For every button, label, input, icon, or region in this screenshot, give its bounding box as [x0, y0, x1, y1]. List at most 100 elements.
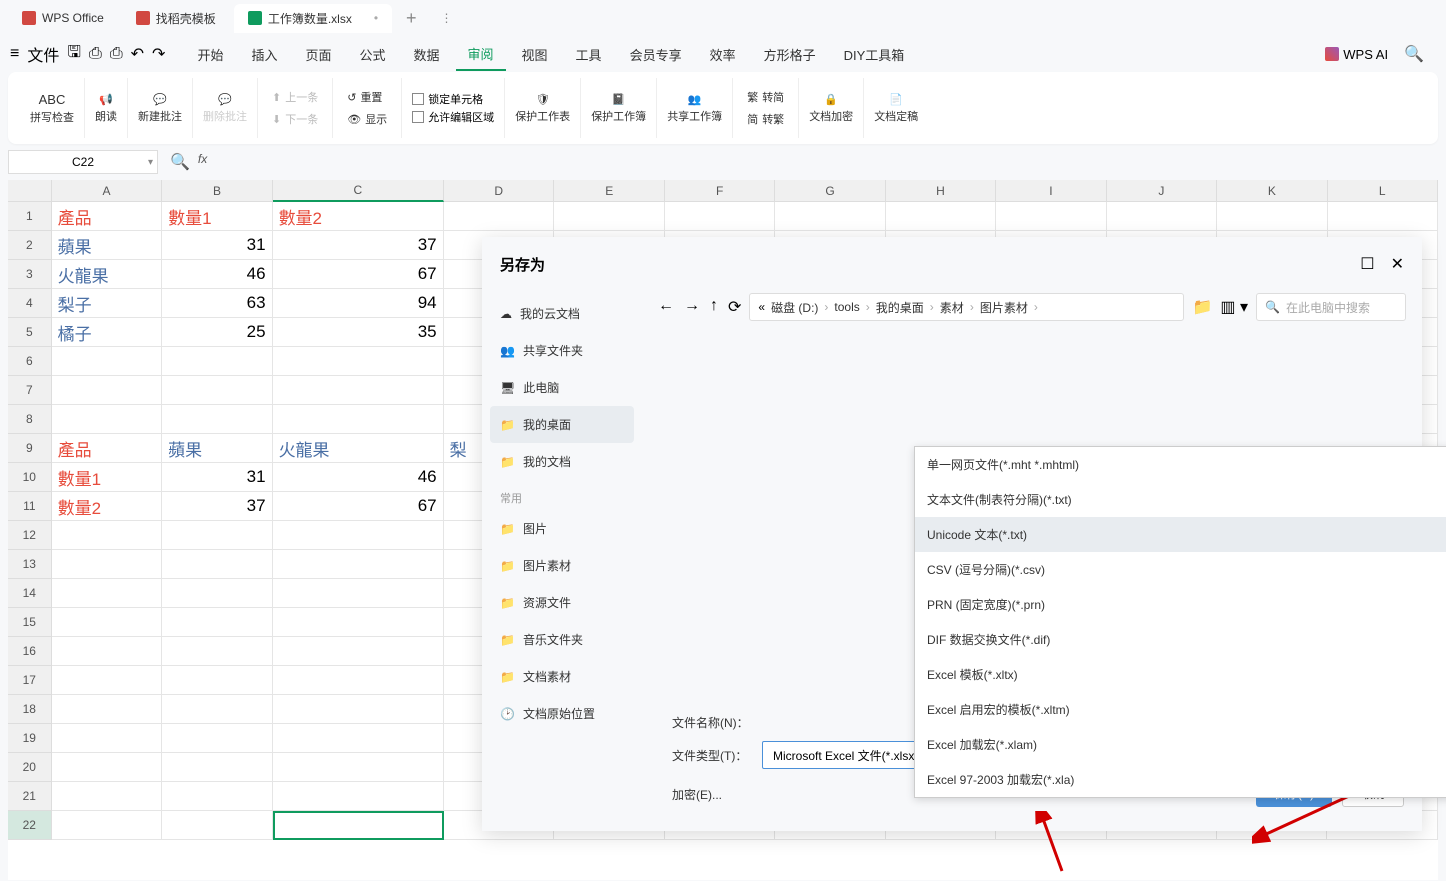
menu-start[interactable]: 开始 [185, 39, 235, 70]
tab-wps-office[interactable]: WPS Office [8, 5, 118, 31]
col-header-a[interactable]: A [52, 180, 162, 202]
filetype-prn[interactable]: PRN (固定宽度)(*.prn) [915, 587, 1446, 622]
cell[interactable] [444, 202, 554, 231]
spellcheck-button[interactable]: ABC拼写检查 [30, 92, 74, 125]
cell[interactable]: 67 [273, 260, 444, 289]
maximize-icon[interactable]: ☐ [1360, 254, 1374, 274]
next-comment[interactable]: ⬇下一条 [268, 109, 322, 129]
bc-pic-mat[interactable]: 图片素材 [980, 299, 1028, 316]
cell[interactable] [162, 405, 272, 434]
tab-workbook[interactable]: 工作簿数量.xlsx• [234, 4, 392, 33]
row-header[interactable]: 2 [8, 231, 52, 260]
cell[interactable]: 數量1 [162, 202, 272, 231]
tab-menu[interactable]: ⋮ [431, 11, 463, 25]
cell[interactable] [273, 579, 444, 608]
cell[interactable] [273, 753, 444, 782]
protect-sheet-button[interactable]: 🛡保护工作表 [515, 93, 570, 124]
col-header-b[interactable]: B [162, 180, 272, 202]
file-menu[interactable]: 文件 [27, 42, 59, 66]
cell[interactable] [162, 579, 272, 608]
del-comment-button[interactable]: 💬删除批注 [203, 93, 247, 124]
cell[interactable] [162, 376, 272, 405]
cell[interactable] [775, 202, 885, 231]
cell[interactable] [52, 695, 162, 724]
wps-ai-button[interactable]: WPS AI [1325, 47, 1388, 62]
read-button[interactable]: 📢朗读 [95, 93, 117, 124]
cell[interactable]: 94 [273, 289, 444, 318]
col-header-i[interactable]: I [996, 180, 1106, 202]
zoom-icon[interactable]: 🔍 [170, 152, 190, 172]
cell[interactable]: 橘子 [52, 318, 162, 347]
cell[interactable]: 35 [273, 318, 444, 347]
col-header-c[interactable]: C [273, 180, 444, 202]
redo-icon[interactable]: ↷ [152, 44, 165, 64]
menu-grid[interactable]: 方形格子 [752, 39, 828, 70]
cell[interactable]: 數量2 [52, 492, 162, 521]
cell[interactable] [162, 637, 272, 666]
cell[interactable] [52, 376, 162, 405]
row-header[interactable]: 13 [8, 550, 52, 579]
view-icon[interactable]: ▥ ▾ [1220, 297, 1248, 317]
menu-insert[interactable]: 插入 [239, 39, 289, 70]
cell[interactable]: 46 [162, 260, 272, 289]
row-header[interactable]: 20 [8, 753, 52, 782]
cell[interactable]: 46 [273, 463, 444, 492]
cell[interactable] [162, 782, 272, 811]
cell[interactable] [52, 811, 162, 840]
filetype-xlam[interactable]: Excel 加载宏(*.xlam) [915, 727, 1446, 762]
cell[interactable] [52, 550, 162, 579]
cell[interactable] [162, 811, 272, 840]
cell[interactable]: 火龍果 [52, 260, 162, 289]
back-icon[interactable]: ← [658, 297, 674, 317]
filetype-dif[interactable]: DIF 数据交换文件(*.dif) [915, 622, 1446, 657]
row-header[interactable]: 17 [8, 666, 52, 695]
cell[interactable]: 火龍果 [273, 434, 444, 463]
save-icon[interactable]: 🖫 [67, 41, 81, 68]
breadcrumb[interactable]: « 磁盘 (D:)› tools› 我的桌面› 素材› 图片素材› [749, 293, 1184, 321]
encrypt-doc-button[interactable]: 🔒文档加密 [809, 93, 853, 124]
cell[interactable] [554, 202, 664, 231]
cell[interactable] [273, 521, 444, 550]
sidebar-pictures[interactable]: 📁图片 [490, 510, 634, 547]
cell[interactable] [52, 753, 162, 782]
cell[interactable]: 25 [162, 318, 272, 347]
cell[interactable]: 37 [273, 231, 444, 260]
row-header[interactable]: 18 [8, 695, 52, 724]
bc-tools[interactable]: tools [834, 300, 859, 314]
cell[interactable] [162, 521, 272, 550]
new-folder-icon[interactable]: 📁 [1192, 297, 1212, 317]
row-header[interactable]: 14 [8, 579, 52, 608]
cell[interactable] [273, 405, 444, 434]
forward-icon[interactable]: → [684, 297, 700, 317]
cell[interactable]: 31 [162, 463, 272, 492]
filetype-xltx[interactable]: Excel 模板(*.xltx) [915, 657, 1446, 692]
cell[interactable] [273, 782, 444, 811]
cell[interactable] [886, 202, 996, 231]
cell[interactable] [665, 202, 775, 231]
filetype-mht[interactable]: 单一网页文件(*.mht *.mhtml) [915, 447, 1446, 482]
name-box[interactable]: C22▾ [8, 150, 158, 174]
cell[interactable] [273, 550, 444, 579]
sidebar-orig[interactable]: 🕑文档原始位置 [490, 695, 634, 732]
col-header-k[interactable]: K [1217, 180, 1327, 202]
share-book-button[interactable]: 👥共享工作簿 [667, 93, 722, 124]
tab-template[interactable]: 找稻壳模板 [122, 4, 230, 33]
cell[interactable] [162, 550, 272, 579]
menu-tools[interactable]: 工具 [564, 39, 614, 70]
menu-data[interactable]: 数据 [402, 39, 452, 70]
cell[interactable]: 37 [162, 492, 272, 521]
cell[interactable] [52, 579, 162, 608]
search-icon[interactable]: 🔍 [1404, 44, 1424, 64]
sidebar-pic-mat[interactable]: 📁图片素材 [490, 547, 634, 584]
close-icon[interactable]: ✕ [1391, 254, 1404, 274]
sidebar-res[interactable]: 📁资源文件 [490, 584, 634, 621]
cell[interactable] [273, 347, 444, 376]
new-tab-button[interactable]: + [396, 8, 427, 29]
row-header[interactable]: 1 [8, 202, 52, 231]
cell[interactable] [52, 347, 162, 376]
cell[interactable] [162, 724, 272, 753]
chevron-down-icon[interactable]: ▾ [148, 157, 153, 168]
bc-material[interactable]: 素材 [940, 299, 964, 316]
cell[interactable] [52, 666, 162, 695]
reset-button[interactable]: ↺重置 [343, 87, 391, 107]
